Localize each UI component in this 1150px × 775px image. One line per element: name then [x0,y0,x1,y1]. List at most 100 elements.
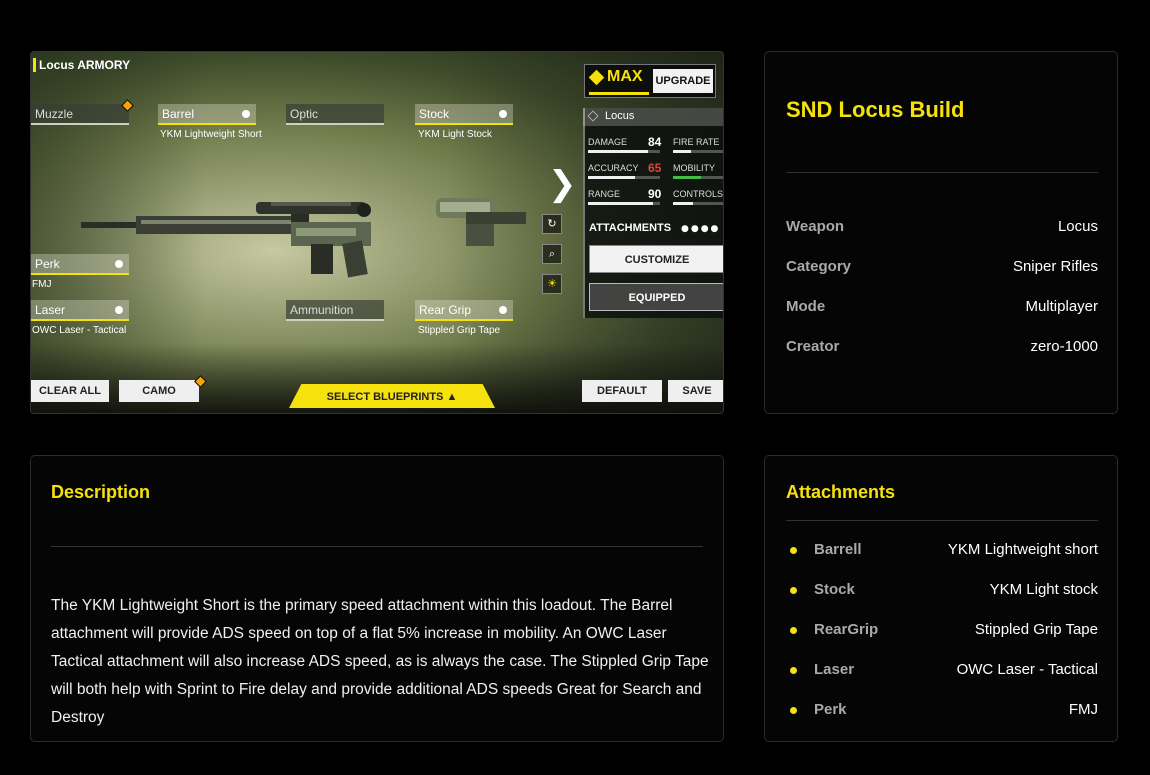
stat-damage-value: 84 [648,135,662,149]
build-info-card: SND Locus Build Weapon Locus Category Snip… [764,51,1118,414]
controls-bar-fill [673,202,693,205]
description-title: Description [51,482,151,502]
damage-bar-fill [588,150,649,153]
info-key: Creator [786,338,840,355]
bullet-icon [790,587,797,594]
slot-rear-grip-value: Stippled Grip Tape [418,325,501,336]
slot-barrel[interactable]: Barrel [158,104,256,125]
info-key: Mode [786,298,826,315]
divider [51,546,703,547]
slot-perk-label: Perk [35,257,60,271]
attachment-value: Stippled Grip Tape [974,621,1098,638]
clear-all-button[interactable]: CLEAR ALL [31,380,109,402]
info-row-creator: Creator zero-1000 [786,338,1098,355]
attachment-value: FMJ [1068,701,1098,718]
info-row-mode: Mode Multiplayer [786,298,1098,315]
stat-accuracy-value: 65 [648,161,662,175]
next-arrow-icon[interactable]: ❯ [548,167,577,201]
slot-stock-value: YKM Light Stock [418,129,492,140]
slot-rear-grip[interactable]: Rear Grip [415,300,513,321]
fire-rate-bar-fill [673,150,691,153]
build-title: SND Locus Build [786,97,965,122]
weapon-diamond-icon [587,110,599,122]
accuracy-bar [588,176,660,179]
light-icon[interactable]: ☀ [542,274,562,294]
stat-damage-label: DAMAGE [588,137,628,147]
default-button[interactable]: DEFAULT [582,380,662,402]
equipped-dot-icon [242,110,250,118]
zoom-icon[interactable]: ⌕ [542,244,562,264]
range-bar [588,202,660,205]
save-button[interactable]: SAVE [668,380,723,402]
stat-range-value: 90 [648,187,662,201]
slot-muzzle[interactable]: Muzzle [31,104,129,125]
stock-image [436,198,526,246]
info-key: Weapon [786,218,845,235]
select-blueprints-label: SELECT BLUEPRINTS [326,391,444,403]
slot-laser-value: OWC Laser - Tactical [32,325,127,336]
stat-damage: DAMAGE 84 [588,135,661,149]
select-blueprints-button[interactable]: SELECT BLUEPRINTS ▲ [289,384,495,408]
attachment-key: Stock [814,581,855,598]
equipped-dot-icon [499,306,507,314]
attachment-key: Perk [814,701,847,718]
info-value: zero-1000 [1030,338,1098,355]
slot-ammunition[interactable]: Ammunition [286,300,384,321]
controls-bar [673,202,723,205]
slot-stock-label: Stock [419,107,450,121]
weapon-name-bar: Locus [583,108,723,126]
info-value: Multiplayer [1025,298,1098,315]
rotate-icon[interactable]: ↻ [542,214,562,234]
info-key: Category [786,258,852,275]
attachments-title: Attachments [786,482,896,502]
weapon-name: Locus [605,110,635,122]
rifle-image [81,202,371,278]
max-underline [589,92,649,95]
slot-perk-value: FMJ [32,279,52,290]
slot-barrel-label: Barrel [162,107,195,121]
equipped-dot-icon [499,110,507,118]
bullet-icon [790,627,797,634]
equipped-button[interactable]: EQUIPPED [589,283,723,311]
slot-muzzle-label: Muzzle [35,107,74,121]
slot-optic[interactable]: Optic [286,104,384,125]
armory-title: Locus ARMORY [33,58,130,72]
damage-bar [588,150,660,153]
attachments-card: Attachments Barrell YKM Lightweight short… [764,455,1118,742]
description-text: The YKM Lightweight Short is the primary… [51,597,709,726]
stat-fire-rate-label: FIRE RATE [673,137,720,147]
stat-controls-label: CONTROLS [673,189,724,199]
slot-stock[interactable]: Stock [415,104,513,125]
stat-mobility-label: MOBILITY [673,163,716,173]
description-card: Description The YKM Lightweight Short is… [30,455,724,742]
bullet-icon [790,667,797,674]
max-diamond-icon [588,69,605,86]
range-bar-fill [588,202,653,205]
attachment-key: Barrell [814,541,862,558]
upgrade-button[interactable]: UPGRADE [653,69,713,93]
slot-ammunition-label: Ammunition [290,303,354,317]
divider [786,172,1098,173]
slot-laser[interactable]: Laser [31,300,129,321]
info-row-category: Category Sniper Rifles [786,258,1098,275]
attachment-dots: ●●●● [681,224,721,234]
accuracy-bar-fill [588,176,635,179]
equipped-dot-icon [115,306,123,314]
attachment-value: YKM Light stock [989,581,1098,598]
stat-accuracy: ACCURACY 65 [588,161,661,175]
max-badge: MAX UPGRADE [584,64,716,98]
info-row-weapon: Weapon Locus [786,218,1098,235]
stat-accuracy-label: ACCURACY [588,163,639,173]
mobility-bar-fill [673,176,701,179]
bullet-icon [790,547,797,554]
attachment-value: YKM Lightweight short [947,541,1098,558]
stat-range-label: RANGE [588,189,621,199]
mobility-bar [673,176,723,179]
customize-button[interactable]: CUSTOMIZE [589,245,723,273]
slot-rear-grip-label: Rear Grip [419,303,472,317]
stat-range: RANGE 90 [588,187,661,201]
attachment-key: RearGrip [814,621,879,638]
attachments-label: ATTACHMENTS [589,222,672,234]
camo-button[interactable]: CAMO [119,380,199,402]
slot-optic-label: Optic [290,107,319,121]
